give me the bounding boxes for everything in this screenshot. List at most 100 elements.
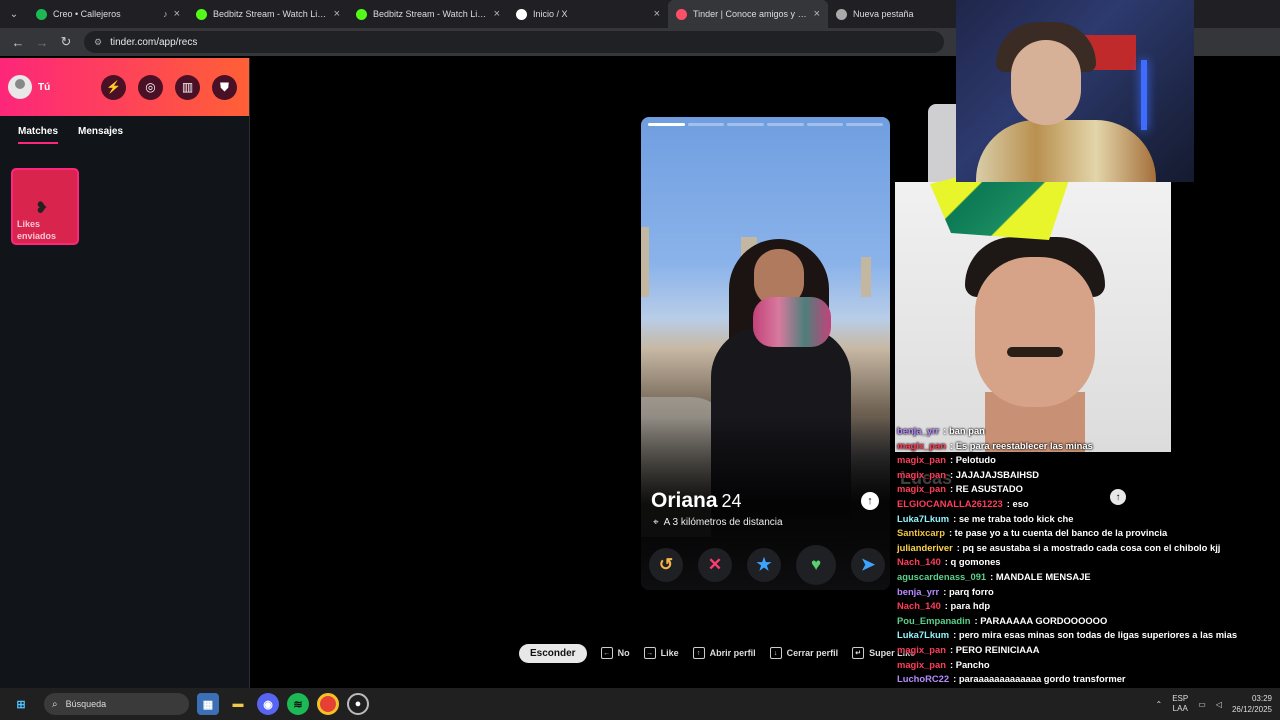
- search-icon: ⌕: [52, 698, 58, 710]
- forward-arrow-icon[interactable]: →: [30, 30, 54, 54]
- browser-tab[interactable]: Tinder | Conoce amigos y gente ×: [668, 0, 828, 28]
- shortcut-open-label: Abrir perfil: [709, 648, 756, 658]
- windows-taskbar: ⊞ ⌕ Búsqueda ▦ ▬ ◉ ≋ ● ⌃ ESP LAA ▭ ◁ 03:…: [0, 688, 1280, 720]
- chat-username[interactable]: magix_pan: [897, 469, 946, 480]
- super-like-star-icon[interactable]: ★: [747, 548, 781, 582]
- close-tab-icon[interactable]: ×: [654, 8, 660, 20]
- photo-progress: [648, 123, 884, 126]
- action-buttons: ↺ ✕ ★ ♥ ➤: [649, 545, 885, 585]
- close-tab-icon[interactable]: ×: [174, 8, 180, 20]
- language-indicator[interactable]: ESP LAA: [1172, 694, 1188, 714]
- likes-sent-card[interactable]: ❥ Likes enviados: [11, 168, 79, 245]
- tab-title: Nueva pestaña: [853, 9, 914, 19]
- shortcut-no-label: No: [617, 648, 630, 658]
- chrome-icon[interactable]: [317, 693, 339, 715]
- hide-shortcuts-button[interactable]: Esconder: [519, 643, 587, 663]
- photo-progress-segment[interactable]: [846, 123, 884, 126]
- browser-tab[interactable]: Bedbitz Stream - Watch Live on ×: [348, 0, 508, 28]
- chat-message: magix_pan: Es para reestablecer las mina…: [895, 439, 1280, 454]
- store-icon[interactable]: ▦: [197, 693, 219, 715]
- spotify-icon: [36, 8, 47, 20]
- photo-progress-segment[interactable]: [727, 123, 765, 126]
- avatar[interactable]: [8, 75, 32, 99]
- system-tray: ⌃ ESP LAA ▭ ◁ 03:29 26/12/2025: [1156, 688, 1272, 720]
- like-heart-icon[interactable]: ♥: [796, 545, 836, 585]
- network-icon[interactable]: ▭: [1198, 700, 1206, 709]
- sidebar-header: Tú ⚡ ◎ ▥ ⛊: [0, 58, 249, 116]
- spotify-icon[interactable]: ≋: [287, 693, 309, 715]
- profile-distance: ⌖ A 3 kilómetros de distancia: [653, 517, 783, 528]
- chat-username[interactable]: magix_pan: [897, 483, 946, 494]
- chat-username[interactable]: julianderiver: [897, 542, 953, 553]
- chat-text: ban pan: [948, 425, 985, 436]
- chat-username[interactable]: Nach_140: [897, 556, 941, 567]
- chat-text: Pelotudo: [955, 454, 996, 466]
- discord-icon[interactable]: ◉: [257, 693, 279, 715]
- browser-tab[interactable]: Inicio / X ×: [508, 0, 668, 28]
- chat-text: q gomones: [950, 556, 1001, 568]
- browser-tab[interactable]: Nueva pestaña: [828, 0, 963, 28]
- close-tab-icon[interactable]: ×: [334, 8, 340, 20]
- up-key-icon: ↑: [692, 647, 705, 659]
- profile-label[interactable]: Tú: [38, 82, 50, 93]
- address-bar[interactable]: ⚙ tinder.com/app/recs: [84, 31, 944, 53]
- chat-text: PERO REINICIAAA: [955, 643, 1040, 655]
- profile-card[interactable]: Oriana 24 ⌖ A 3 kilómetros de distancia ↑ …: [641, 117, 890, 590]
- chat-username[interactable]: LuchoRC22: [897, 673, 949, 684]
- browser-tab[interactable]: Bedbitz Stream - Watch Live on ×: [188, 0, 348, 28]
- explore-compass-icon[interactable]: ◎: [138, 74, 163, 100]
- chat-username[interactable]: Pou_Empanadin: [897, 615, 970, 626]
- tinder-icon: [676, 8, 687, 20]
- gift-briefcase-icon[interactable]: ▥: [175, 74, 200, 100]
- obs-icon[interactable]: ●: [347, 693, 369, 715]
- photo-progress-segment[interactable]: [648, 123, 685, 126]
- windows-start-icon[interactable]: ⊞: [10, 693, 32, 715]
- clock[interactable]: 03:29 26/12/2025: [1232, 693, 1272, 715]
- boost-icon[interactable]: ⚡: [101, 74, 126, 100]
- chat-username[interactable]: ELGIOCANALLA261223: [897, 498, 1003, 509]
- profile-age: 24: [721, 491, 742, 511]
- taskbar-search[interactable]: ⌕ Búsqueda: [44, 693, 189, 715]
- tab-search-chevron-icon[interactable]: ⌄: [0, 0, 28, 28]
- rewind-icon[interactable]: ↺: [649, 548, 683, 582]
- region-code: LAA: [1172, 704, 1188, 713]
- chat-message: julianderiver: pq se asustaba si a mostr…: [895, 541, 1280, 556]
- nope-x-icon[interactable]: ✕: [698, 548, 732, 582]
- chat-username[interactable]: benja_yrr: [897, 425, 939, 436]
- chat-username[interactable]: Nach_140: [897, 600, 941, 611]
- file-explorer-icon[interactable]: ▬: [227, 693, 249, 715]
- tab-matches[interactable]: Matches: [18, 126, 59, 144]
- chat-message: LuchoRC22: paraaaaaaaaaaaaa gordo transf…: [895, 672, 1280, 687]
- safety-shield-icon[interactable]: ⛊: [212, 74, 237, 100]
- reload-icon[interactable]: ↻: [54, 30, 78, 54]
- tab-messages[interactable]: Mensajes: [78, 126, 123, 144]
- streamer-webcam: [956, 0, 1194, 182]
- chat-username[interactable]: magix_pan: [897, 644, 946, 655]
- chat-username[interactable]: magix_pan: [897, 659, 946, 670]
- browser-tab[interactable]: Creo • Callejeros ♪ ×: [28, 0, 188, 28]
- chat-username[interactable]: Luka7Lkum: [897, 629, 949, 640]
- open-profile-arrow-icon[interactable]: ↑: [861, 492, 879, 510]
- chat-username[interactable]: magix_pan: [897, 454, 946, 465]
- chat-username[interactable]: Luka7Lkum: [897, 513, 949, 524]
- chat-username[interactable]: Santixcarp: [897, 527, 945, 538]
- chat-username[interactable]: benja_yrr: [897, 586, 939, 597]
- chat-username[interactable]: magix_pan: [897, 440, 946, 451]
- close-tab-icon[interactable]: ×: [494, 8, 500, 20]
- tab-title: Creo • Callejeros: [53, 9, 121, 19]
- tray-chevron-icon[interactable]: ⌃: [1156, 700, 1163, 709]
- volume-icon[interactable]: ◁: [1216, 700, 1222, 709]
- back-arrow-icon[interactable]: ←: [6, 30, 30, 54]
- send-message-icon[interactable]: ➤: [851, 548, 885, 582]
- photo-progress-segment[interactable]: [806, 123, 844, 126]
- photo-progress-segment[interactable]: [767, 123, 804, 126]
- url-text: tinder.com/app/recs: [110, 36, 198, 48]
- close-tab-icon[interactable]: ×: [814, 8, 820, 20]
- site-info-icon[interactable]: ⚙: [94, 37, 102, 48]
- chat-username[interactable]: aguscardenass_091: [897, 571, 986, 582]
- tab-audio-icon[interactable]: ♪: [163, 9, 168, 19]
- kick-icon: [196, 8, 207, 20]
- photo-progress-segment[interactable]: [687, 123, 725, 126]
- chat-text: Pancho: [955, 658, 990, 670]
- likes-sent-label: Likes enviados: [17, 219, 57, 241]
